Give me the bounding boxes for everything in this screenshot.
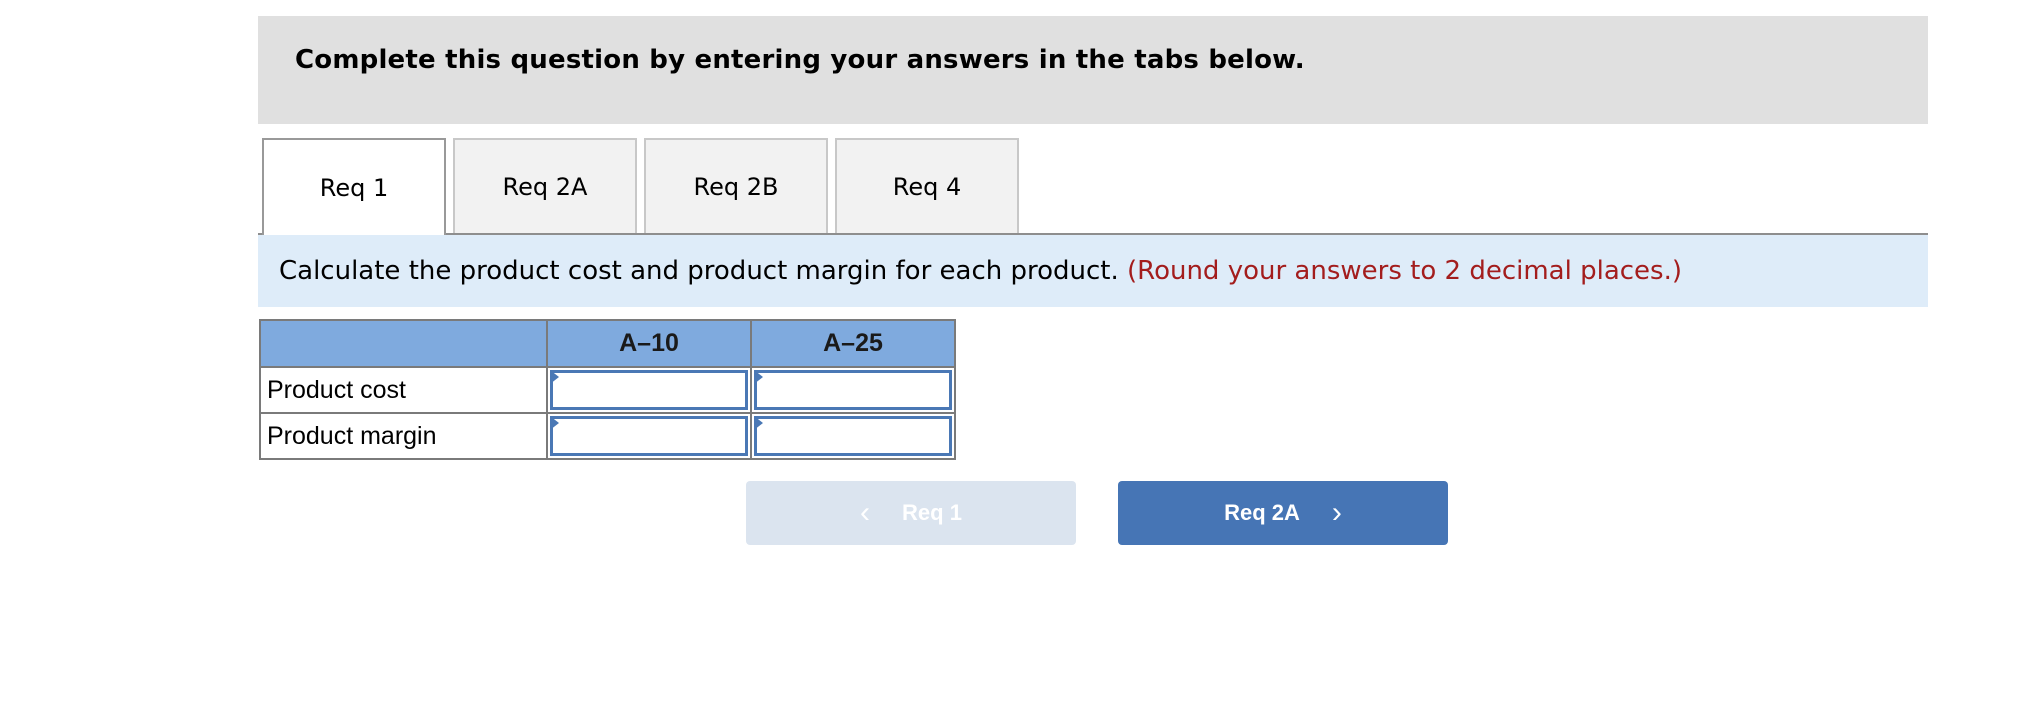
tab-req-2a[interactable]: Req 2A [453,138,637,233]
rounding-note: (Round your answers to 2 decimal places.… [1127,256,1682,286]
cell-product-margin-a10 [546,412,752,460]
instructions-text: Complete this question by entering your … [295,45,1305,75]
row-label-product-margin: Product margin [259,412,548,460]
table-header-row: A–10 A–25 [259,319,956,368]
prev-req-button[interactable]: ‹ Req 1 [746,481,1076,545]
question-text-wrapper: Calculate the product cost and product m… [279,256,1682,286]
cell-product-margin-a25 [750,412,956,460]
next-req-button[interactable]: Req 2A › [1118,481,1448,545]
product-margin-a10-input[interactable] [550,416,748,456]
question-prompt: Calculate the product cost and product m… [258,235,1928,307]
column-header-blank [259,319,548,368]
tab-req-2b[interactable]: Req 2B [644,138,828,233]
tab-req-1[interactable]: Req 1 [262,138,446,235]
prev-req-label: Req 1 [902,500,962,525]
row-label-product-cost: Product cost [259,366,548,414]
chevron-left-icon: ‹ [860,496,871,529]
instructions-banner: Complete this question by entering your … [258,16,1928,124]
chevron-right-icon: › [1331,496,1342,529]
next-req-label: Req 2A [1224,500,1300,525]
cell-product-cost-a25 [750,366,956,414]
product-cost-a10-input[interactable] [550,370,748,410]
column-header-a10: A–10 [546,319,752,368]
product-cost-a25-input[interactable] [754,370,952,410]
answer-table: A–10 A–25 Product cost Product margin [259,319,956,460]
question-text: Calculate the product cost and product m… [279,256,1119,286]
tab-req-4[interactable]: Req 4 [835,138,1019,233]
product-margin-a25-input[interactable] [754,416,952,456]
column-header-a25: A–25 [750,319,956,368]
table-row-product-margin: Product margin [259,412,956,460]
table-row-product-cost: Product cost [259,366,956,414]
cell-product-cost-a10 [546,366,752,414]
